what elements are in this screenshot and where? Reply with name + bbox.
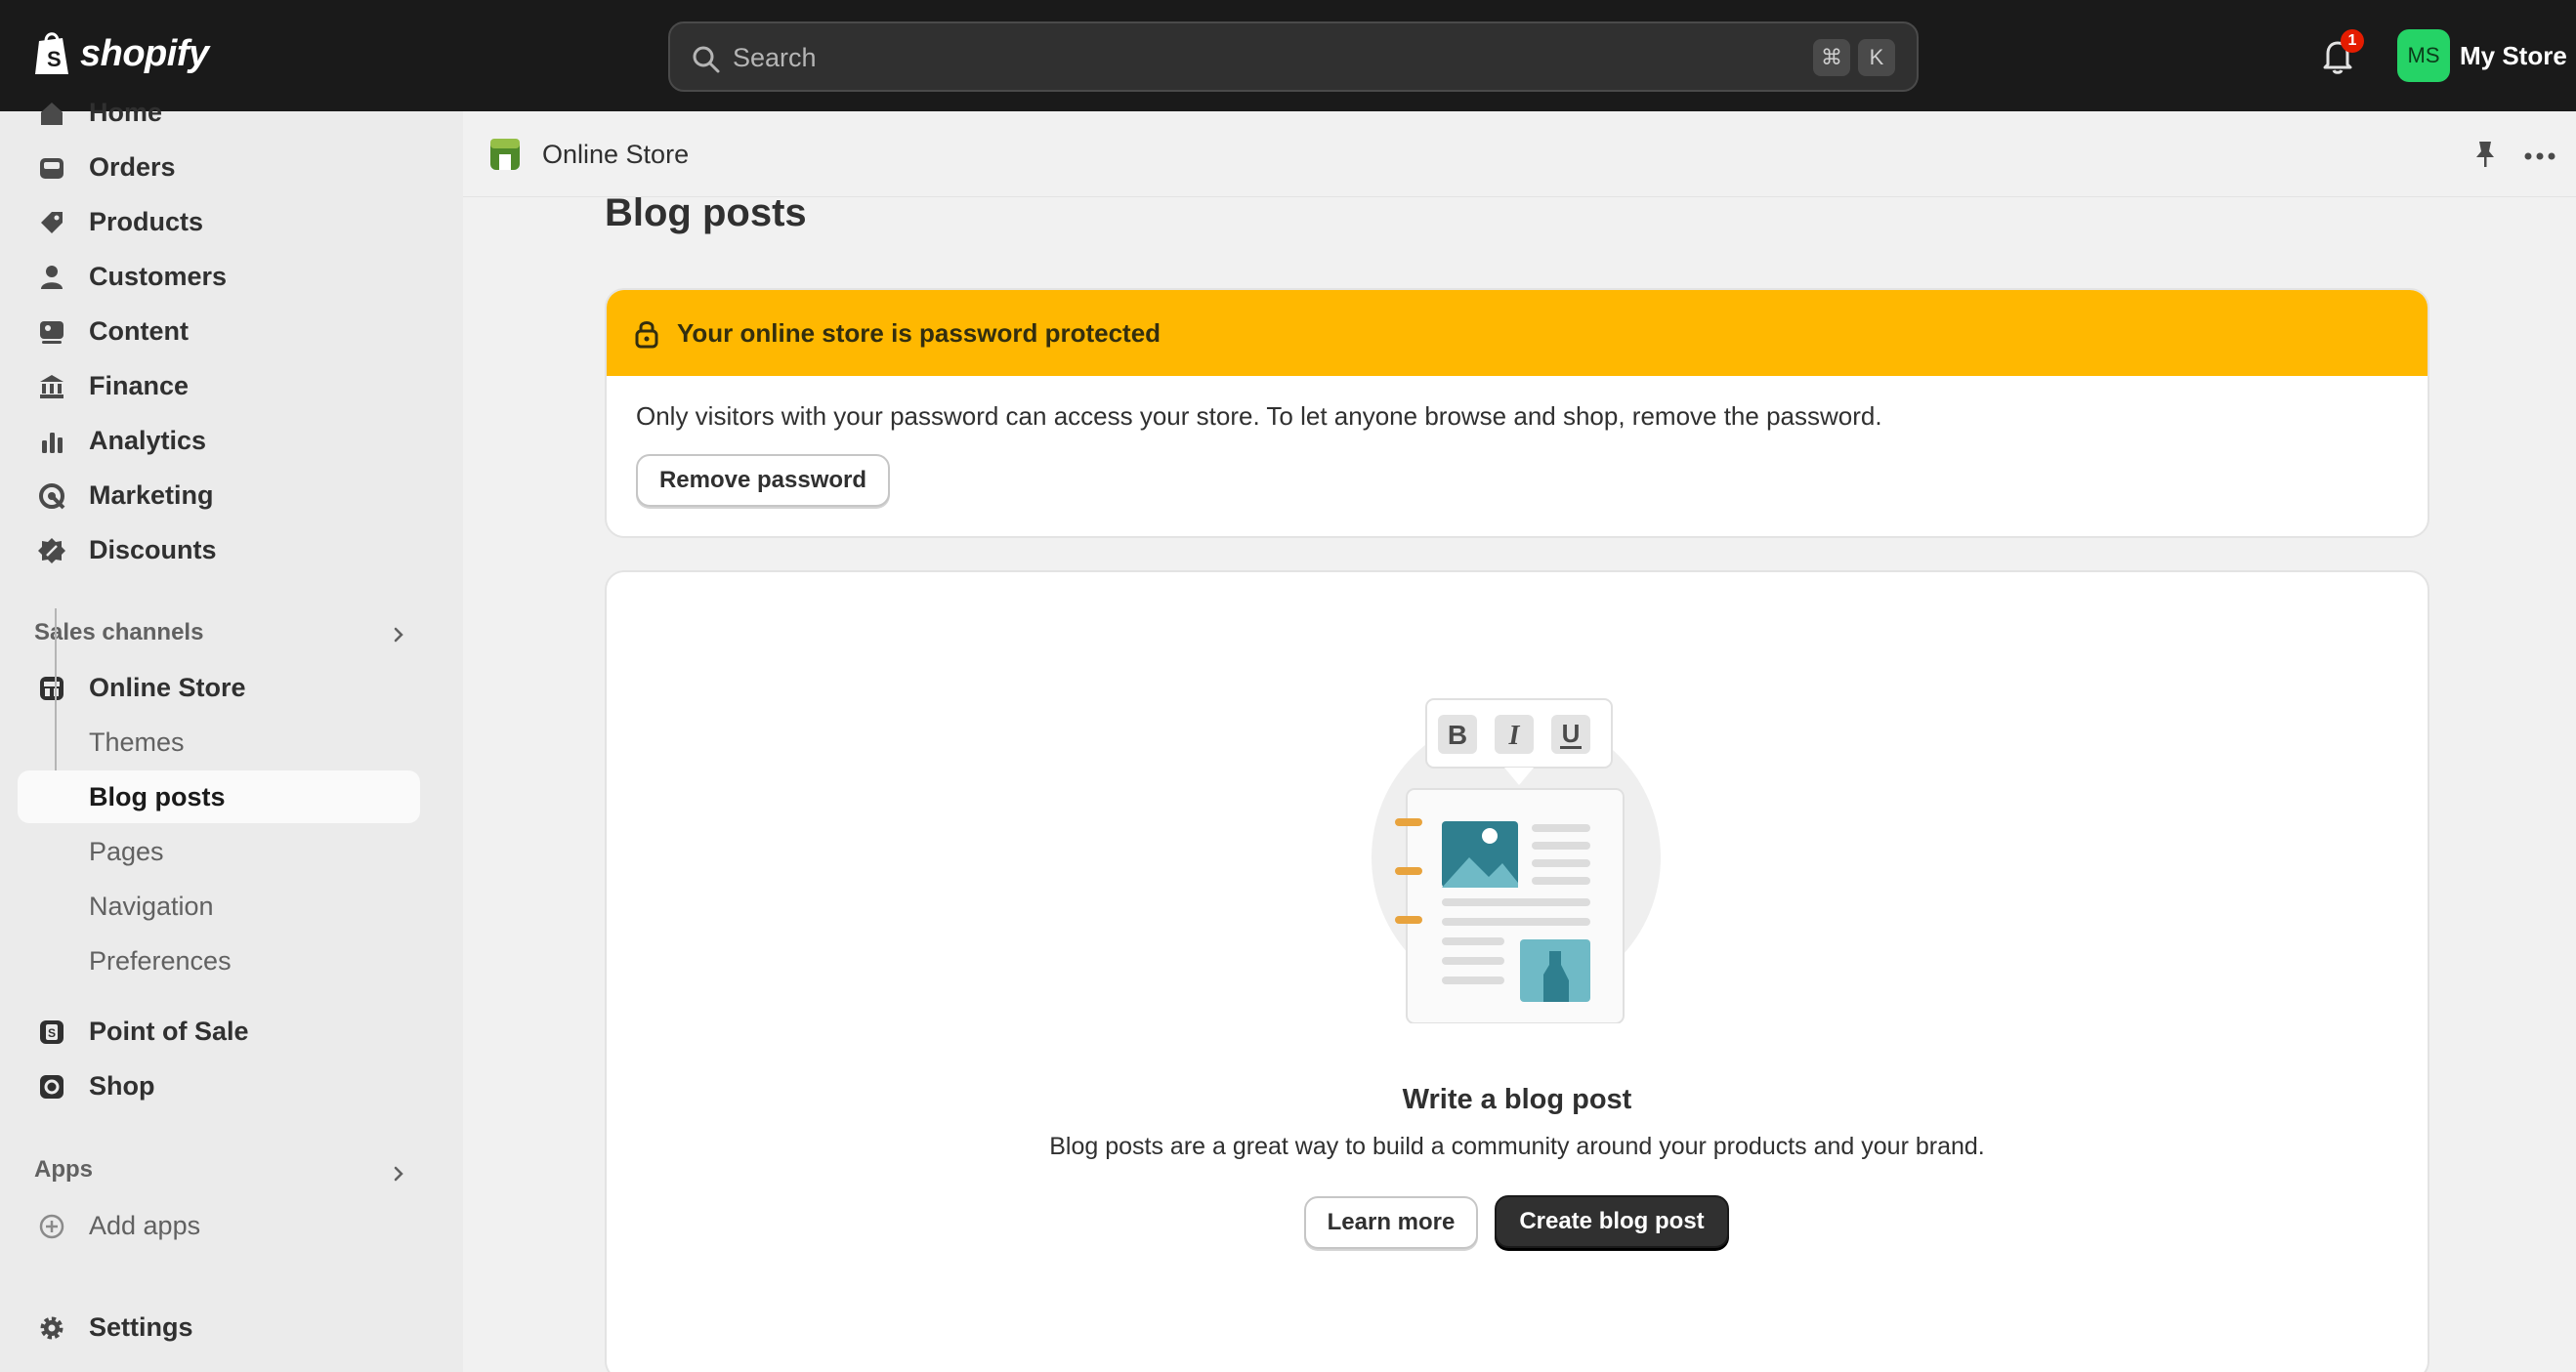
sidebar-item-label: Add apps: [89, 1211, 201, 1240]
content-icon: [40, 321, 63, 344]
sidebar-item-settings[interactable]: Settings: [18, 1301, 420, 1353]
sidebar-item-label: Home: [89, 98, 163, 127]
shop-icon: [40, 1075, 63, 1099]
sidebar-item-themes[interactable]: Themes: [18, 716, 420, 769]
sidebar-item-marketing[interactable]: Marketing: [18, 469, 420, 521]
sidebar-item-label: Themes: [89, 728, 185, 757]
sidebar-item-label: Content: [89, 316, 189, 346]
sidebar-item-label: Point of Sale: [89, 1017, 249, 1046]
password-protected-banner: Your online store is password protected …: [605, 288, 2429, 538]
create-blog-post-button[interactable]: Create blog post: [1495, 1195, 1729, 1248]
svg-text:S: S: [47, 47, 62, 71]
italic-glyph: I: [1508, 721, 1521, 751]
apps-heading: Apps: [34, 1156, 93, 1183]
banner-header: Your online store is password protected: [607, 290, 2428, 376]
sales-channels-heading: Sales channels: [34, 619, 204, 645]
sidebar-item-pages[interactable]: Pages: [18, 825, 420, 878]
pin-icon[interactable]: [2470, 139, 2500, 170]
shopify-logo[interactable]: S shopify: [33, 29, 209, 78]
banner-message: Only visitors with your password can acc…: [636, 401, 1882, 431]
sidebar-item-label: Blog posts: [89, 782, 226, 811]
more-options-icon[interactable]: [2524, 152, 2555, 160]
search-bar[interactable]: Search ⌘ K: [668, 21, 1919, 92]
sidebar-item-label: Navigation: [89, 892, 214, 921]
underline-glyph: U: [1562, 719, 1581, 748]
sidebar-item-orders[interactable]: Orders: [18, 141, 420, 193]
sidebar-item-label: Analytics: [89, 426, 207, 455]
sidebar-item-customers[interactable]: Customers: [18, 250, 420, 303]
remove-password-button[interactable]: Remove password: [636, 454, 890, 507]
bank-icon: [40, 375, 63, 398]
pos-icon: S: [40, 1020, 63, 1044]
shopify-bag-icon: S: [35, 32, 68, 74]
blog-post-illustration: B I U: [1372, 698, 1661, 1023]
empty-state-description: Blog posts are a great way to build a co…: [1049, 1133, 1985, 1160]
home-icon: [41, 103, 63, 125]
sidebar-item-add-apps[interactable]: Add apps: [18, 1199, 420, 1252]
sidebar-item-label: Finance: [89, 371, 190, 400]
tag-icon: [41, 212, 63, 233]
brand-name: shopify: [80, 32, 209, 74]
sidebar: Home Orders Products Customers Content F…: [0, 98, 463, 1372]
sidebar-item-label: Pages: [89, 837, 164, 866]
learn-more-button[interactable]: Learn more: [1304, 1196, 1478, 1249]
empty-state-title: Write a blog post: [1402, 1084, 1632, 1115]
sidebar-item-discounts[interactable]: Discounts: [18, 523, 420, 576]
sidebar-item-label: Marketing: [89, 480, 214, 510]
sidebar-item-label: Products: [89, 207, 204, 236]
sidebar-item-content[interactable]: Content: [18, 305, 420, 357]
discount-icon: [38, 538, 65, 563]
sidebar-item-analytics[interactable]: Analytics: [18, 414, 420, 467]
sidebar-item-point-of-sale[interactable]: S Point of Sale: [18, 1005, 420, 1058]
sidebar-item-home[interactable]: Home: [18, 86, 420, 139]
chevron-right-icon[interactable]: [389, 625, 408, 644]
store-icon: [40, 677, 63, 700]
plus-circle-icon: [39, 1214, 64, 1239]
svg-text:S: S: [48, 1026, 56, 1040]
bar-chart-icon: [42, 433, 63, 453]
sidebar-item-label: Online Store: [89, 673, 246, 702]
k-key-hint: K: [1858, 39, 1895, 76]
sidebar-item-label: Customers: [89, 262, 228, 291]
sidebar-item-label: Settings: [89, 1312, 193, 1342]
gear-icon: [40, 1316, 63, 1340]
sidebar-item-label: Orders: [89, 152, 176, 182]
sidebar-item-label: Shop: [89, 1071, 155, 1101]
search-icon: [693, 46, 720, 73]
store-name[interactable]: My Store: [2460, 41, 2567, 71]
sidebar-item-navigation[interactable]: Navigation: [18, 880, 420, 933]
bold-glyph: B: [1448, 720, 1467, 750]
search-placeholder: Search: [733, 43, 817, 72]
sidebar-item-label: Preferences: [89, 946, 232, 976]
sidebar-item-products[interactable]: Products: [18, 195, 420, 248]
sidebar-item-preferences[interactable]: Preferences: [18, 935, 420, 987]
channel-header: Online Store: [463, 111, 2576, 197]
orders-icon: [40, 158, 63, 179]
lock-icon: [635, 321, 658, 349]
sidebar-item-shop[interactable]: Shop: [18, 1060, 420, 1112]
sidebar-item-label: Discounts: [89, 535, 217, 564]
sidebar-item-finance[interactable]: Finance: [18, 359, 420, 412]
command-key-hint: ⌘: [1813, 39, 1850, 76]
person-icon: [41, 266, 63, 289]
sidebar-item-blog-posts[interactable]: Blog posts: [18, 770, 420, 823]
target-icon: [39, 483, 65, 510]
channel-title: Online Store: [542, 140, 690, 169]
sidebar-item-online-store[interactable]: Online Store: [18, 661, 420, 714]
chevron-right-icon[interactable]: [389, 1164, 408, 1184]
banner-title: Your online store is password protected: [677, 318, 1161, 348]
notification-badge: 1: [2341, 29, 2364, 53]
online-store-icon: [490, 139, 520, 170]
page-title: Blog posts: [605, 191, 807, 234]
avatar[interactable]: MS: [2397, 29, 2450, 82]
